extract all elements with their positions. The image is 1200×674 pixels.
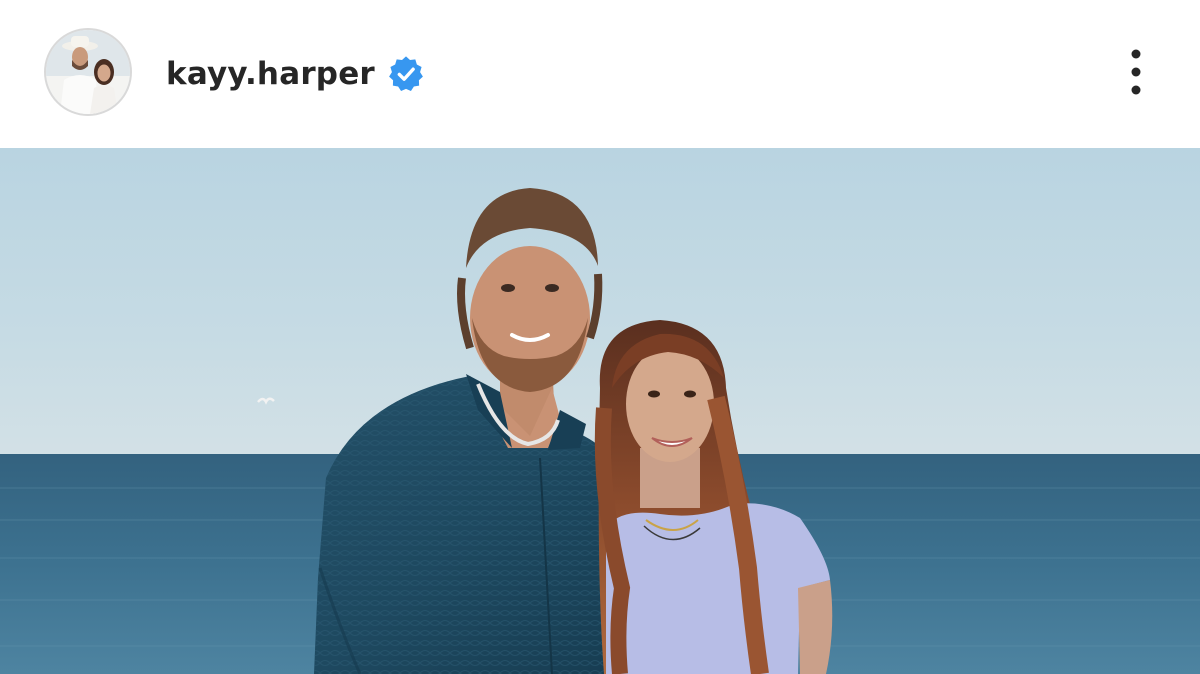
post-header: kayy.harper xyxy=(0,0,1200,148)
instagram-post: kayy.harper xyxy=(0,0,1200,674)
photo-image xyxy=(0,148,1200,674)
post-photo[interactable] xyxy=(0,148,1200,674)
author-info: kayy.harper xyxy=(166,52,425,96)
profile-avatar[interactable] xyxy=(44,28,132,116)
verified-badge-icon xyxy=(389,56,423,92)
more-vertical-icon xyxy=(1131,49,1141,95)
avatar-image xyxy=(46,30,130,114)
username-link[interactable]: kayy.harper xyxy=(166,56,375,92)
more-options-button[interactable] xyxy=(1116,44,1156,104)
